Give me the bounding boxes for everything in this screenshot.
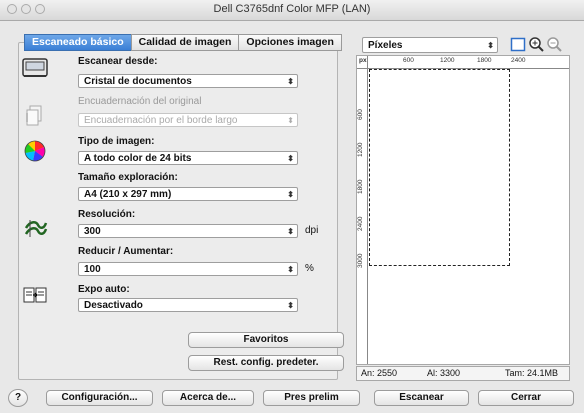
reduce-enlarge-select[interactable]: 100 ⬍ — [78, 262, 298, 276]
select-arrow-icon: ⬍ — [287, 190, 294, 199]
ruler-h-label: 600 — [403, 57, 414, 64]
zoom-in-icon — [529, 37, 544, 52]
select-arrow-icon: ⬍ — [287, 227, 294, 236]
ruler-v-label: 2400 — [357, 216, 364, 231]
exposure-icon — [23, 287, 47, 303]
close-button[interactable]: Cerrar — [478, 390, 574, 406]
scanner-icon — [22, 58, 48, 77]
select-arrow-icon: ⬍ — [287, 116, 294, 125]
binding-icon — [26, 105, 42, 126]
auto-expo-label: Expo auto: — [78, 284, 130, 295]
select-arrow-icon: ⬍ — [287, 265, 294, 274]
scanner-window: Dell C3765dnf Color MFP (LAN) Escaneado … — [0, 0, 584, 413]
resolution-select[interactable]: 300 ⬍ — [78, 224, 298, 238]
frame-button[interactable] — [510, 36, 526, 53]
scan-size-label: Tamaño exploración: — [78, 172, 178, 183]
select-arrow-icon: ⬍ — [487, 41, 494, 50]
ruler-h-label: 1200 — [440, 57, 455, 64]
select-arrow-icon: ⬍ — [287, 301, 294, 310]
scan-from-label: Escanear desde: — [78, 56, 158, 67]
window-title: Dell C3765dnf Color MFP (LAN) — [213, 3, 371, 15]
tab-panel — [18, 42, 338, 380]
tab-image-quality[interactable]: Calidad de imagen — [130, 34, 240, 51]
status-height: Al: 3300 — [427, 368, 461, 378]
tab-basic-scan[interactable]: Escaneado básico — [24, 34, 132, 51]
configuration-button[interactable]: Configuración... — [46, 390, 153, 406]
status-size: Tam: 24.1MB — [505, 368, 559, 378]
status-bar: An: 2550 Al: 3300 Tam: 24.1MB — [356, 366, 570, 381]
ruler-v-label: 3000 — [357, 253, 364, 268]
binding-select: Encuadernación por el borde largo ⬍ — [78, 113, 298, 127]
scan-from-select[interactable]: Cristal de documentos ⬍ — [78, 74, 298, 88]
color-wheel-icon — [24, 140, 46, 162]
select-arrow-icon: ⬍ — [287, 154, 294, 163]
help-button[interactable]: ? — [8, 389, 28, 407]
scan-size-select[interactable]: A4 (210 x 297 mm) ⬍ — [78, 187, 298, 201]
vertical-ruler: 600 1200 1800 2400 3000 — [357, 56, 368, 364]
image-type-select[interactable]: A todo color de 24 bits ⬍ — [78, 151, 298, 165]
ruler-h-label: 2400 — [511, 57, 526, 64]
ruler-v-label: 1800 — [357, 179, 364, 194]
zoom-out-button[interactable] — [546, 36, 562, 53]
ruler-h-label: 1800 — [477, 57, 492, 64]
image-type-label: Tipo de imagen: — [78, 136, 155, 147]
unit-select[interactable]: Píxeles ⬍ — [362, 37, 498, 53]
title-bar: Dell C3765dnf Color MFP (LAN) — [0, 0, 584, 21]
reduce-enlarge-unit: % — [305, 263, 314, 274]
tab-bar: Escaneado básico Calidad de imagen Opcio… — [24, 34, 342, 51]
resolution-icon — [24, 220, 48, 237]
tab-image-options[interactable]: Opciones imagen — [238, 34, 342, 51]
select-arrow-icon: ⬍ — [287, 77, 294, 86]
reduce-enlarge-label: Reducir / Aumentar: — [78, 246, 174, 257]
reset-defaults-button[interactable]: Rest. config. predeter. — [188, 355, 344, 371]
zoom-out-icon — [547, 37, 562, 52]
ruler-v-label: 1200 — [357, 142, 364, 157]
horizontal-ruler: px 600 1200 1800 2400 — [357, 56, 569, 69]
resolution-label: Resolución: — [78, 209, 136, 220]
favorites-button[interactable]: Favoritos — [188, 332, 344, 348]
binding-label: Encuadernación del original — [78, 96, 202, 107]
auto-expo-select[interactable]: Desactivado ⬍ — [78, 298, 298, 312]
scan-preview-area[interactable]: px 600 1200 1800 2400 600 1200 1800 2400… — [356, 55, 570, 365]
about-button[interactable]: Acerca de... — [162, 390, 254, 406]
scan-selection-frame[interactable] — [369, 69, 510, 266]
zoom-in-button[interactable] — [528, 36, 544, 53]
preview-button[interactable]: Pres prelim — [263, 390, 360, 406]
ruler-v-label: 600 — [357, 109, 364, 120]
resolution-unit: dpi — [305, 225, 319, 236]
scan-button[interactable]: Escanear — [374, 390, 469, 406]
frame-icon — [510, 37, 526, 52]
status-width: An: 2550 — [361, 368, 398, 378]
